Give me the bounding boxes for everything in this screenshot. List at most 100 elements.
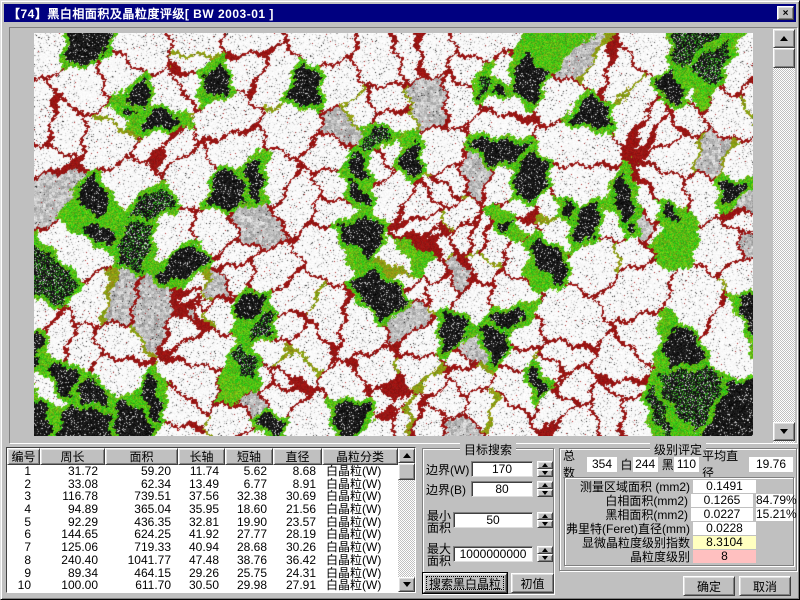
target-search-group: 目标搜索 边界(W) 170 边界(B) 80 最小 面积 50 最大 面积 1… (422, 448, 554, 594)
table-cell: 白晶粒(W) (322, 579, 398, 592)
table-cell: 27.91 (273, 579, 322, 592)
cancel-button[interactable]: 取消 (739, 576, 791, 596)
table-header-cell[interactable]: 短轴 (225, 448, 273, 465)
arrow-up-icon (403, 453, 411, 458)
table-cell: 6.77 (225, 478, 273, 491)
table-cell: 611.70 (105, 579, 178, 592)
search-grains-button[interactable]: 搜索黑白晶粒 (423, 573, 507, 593)
table-scroll-down-button[interactable] (398, 577, 415, 592)
table-cell: 92.29 (40, 516, 105, 529)
table-cell: 62.34 (105, 478, 178, 491)
table-vertical-scrollbar[interactable] (398, 448, 415, 592)
white-label: 白 (621, 456, 633, 473)
table-header-cell[interactable]: 直径 (273, 448, 322, 465)
max-area-input[interactable]: 1000000000 (453, 546, 533, 562)
boundary-w-input[interactable]: 170 (471, 461, 533, 477)
table-cell: 13.49 (178, 478, 225, 491)
table-row[interactable]: 989.34464.1529.2625.7524.31白晶粒(W) (7, 567, 398, 580)
reset-values-button[interactable]: 初值 (511, 573, 554, 593)
total-count: 354 (587, 457, 616, 472)
table-row[interactable]: 494.89365.0435.9518.6021.56白晶粒(W) (7, 503, 398, 516)
spin-down-icon[interactable] (537, 489, 553, 497)
table-header-cell[interactable]: 晶粒分类 (322, 448, 398, 465)
table-cell: 30.50 (178, 579, 225, 592)
table-header-cell[interactable]: 编号 (7, 448, 40, 465)
rating-row-label: 晶粒度级别 (565, 548, 693, 565)
table-scroll-thumb[interactable] (398, 463, 415, 480)
table-cell: 白晶粒(W) (322, 490, 398, 503)
rating-row-percent: 15.21% (756, 508, 793, 521)
min-area-input[interactable]: 50 (453, 512, 533, 528)
close-button[interactable]: × (777, 6, 794, 20)
table-cell: 365.04 (105, 503, 178, 516)
table-row[interactable]: 6144.65624.2541.9227.7728.19白晶粒(W) (7, 528, 398, 541)
table-cell: 21.56 (273, 503, 322, 516)
table-cell: 5.62 (225, 465, 273, 478)
spin-down-icon[interactable] (537, 520, 553, 528)
table-row[interactable]: 3116.78739.5137.5632.3830.69白晶粒(W) (7, 490, 398, 503)
table-row[interactable]: 233.0862.3413.496.778.91白晶粒(W) (7, 478, 398, 491)
boundary-w-label: 边界(W) (426, 464, 469, 476)
rating-group: 级别评定 总数 354 白 244 黑 110 平均直径 19.76 测量区域面… (559, 448, 797, 571)
table-cell: 白晶粒(W) (322, 554, 398, 567)
table-cell: 19.90 (225, 516, 273, 529)
table-row[interactable]: 7125.06719.3340.9428.6830.26白晶粒(W) (7, 541, 398, 554)
table-cell: 38.76 (225, 554, 273, 567)
table-cell: 2 (7, 478, 40, 491)
table-cell: 18.60 (225, 503, 273, 516)
table-cell: 464.15 (105, 567, 178, 580)
table-header-cell[interactable]: 面积 (105, 448, 178, 465)
target-search-title: 目标搜索 (460, 441, 516, 458)
table-cell: 28.68 (225, 541, 273, 554)
table-cell: 8 (7, 554, 40, 567)
scroll-up-button[interactable] (773, 29, 795, 48)
table-header-cell[interactable]: 长轴 (178, 448, 225, 465)
table-row[interactable]: 8240.401041.7747.4838.7636.42白晶粒(W) (7, 554, 398, 567)
table-cell: 40.94 (178, 541, 225, 554)
table-cell: 7 (7, 541, 40, 554)
min-area-stepper[interactable] (537, 512, 553, 528)
rating-row-value: 0.0228 (693, 522, 756, 535)
rating-row-value: 0.1265 (691, 494, 753, 507)
spin-down-icon[interactable] (537, 469, 553, 477)
spin-up-icon[interactable] (537, 461, 553, 469)
ok-button[interactable]: 确定 (683, 576, 735, 596)
table-cell: 8.91 (273, 478, 322, 491)
table-cell: 31.72 (40, 465, 105, 478)
table-header-cell[interactable]: 周长 (40, 448, 105, 465)
table-cell: 25.75 (225, 567, 273, 580)
table-cell: 27.77 (225, 528, 273, 541)
rating-row-value: 0.0227 (691, 508, 753, 521)
spin-up-icon[interactable] (537, 546, 553, 554)
spin-up-icon[interactable] (537, 481, 553, 489)
table-scroll-up-button[interactable] (398, 448, 415, 463)
table-cell: 624.25 (105, 528, 178, 541)
boundary-w-stepper[interactable] (537, 461, 553, 477)
image-vertical-scrollbar[interactable] (773, 29, 795, 443)
spin-up-icon[interactable] (537, 512, 553, 520)
rating-row-value: 8.3104 (693, 536, 756, 549)
boundary-b-input[interactable]: 80 (471, 481, 533, 497)
avg-diameter-label: 平均直径 (702, 447, 747, 481)
boundary-b-label: 边界(B) (426, 484, 466, 496)
table-row[interactable]: 592.29436.3532.8119.9023.57白晶粒(W) (7, 516, 398, 529)
scroll-down-button[interactable] (773, 422, 795, 441)
scroll-thumb[interactable] (773, 48, 795, 68)
min-area-label: 最小 面积 (427, 510, 451, 534)
max-area-label: 最大 面积 (427, 543, 451, 567)
table-cell: 23.57 (273, 516, 322, 529)
max-area-stepper[interactable] (537, 546, 553, 562)
boundary-b-stepper[interactable] (537, 481, 553, 497)
table-cell: 白晶粒(W) (322, 478, 398, 491)
table-cell: 35.95 (178, 503, 225, 516)
table-row[interactable]: 131.7259.2011.745.628.68白晶粒(W) (7, 465, 398, 478)
results-table: 编号周长面积长轴短轴直径晶粒分类 131.7259.2011.745.628.6… (6, 447, 416, 593)
rating-row-percent: 84.79% (756, 494, 793, 507)
rating-row-value: 8 (693, 550, 756, 563)
micrograph-image[interactable] (34, 33, 753, 436)
table-cell: 白晶粒(W) (322, 528, 398, 541)
table-cell: 436.35 (105, 516, 178, 529)
table-row[interactable]: 10100.00611.7030.5029.9827.91白晶粒(W) (7, 579, 398, 592)
micrograph-panel (9, 27, 798, 444)
spin-down-icon[interactable] (537, 554, 553, 562)
